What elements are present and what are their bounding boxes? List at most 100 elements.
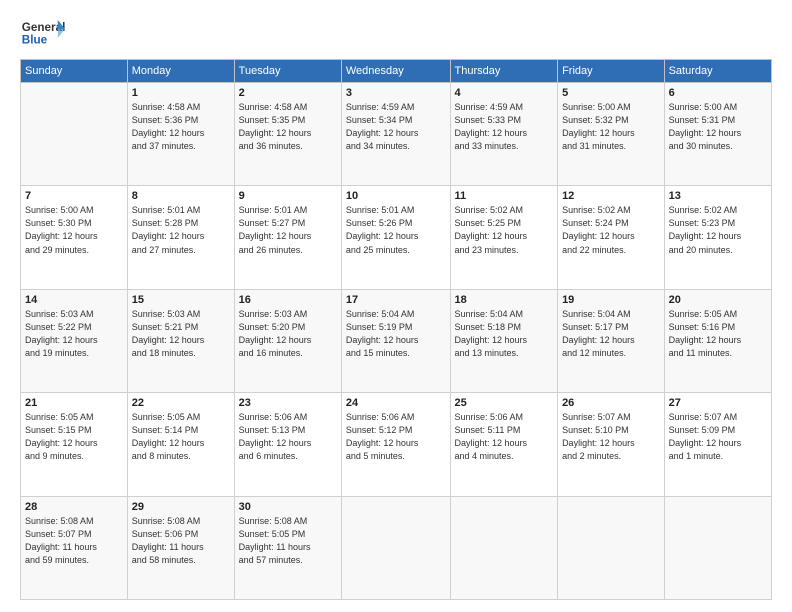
day-info: Sunrise: 5:05 AM Sunset: 5:15 PM Dayligh… (25, 411, 123, 463)
header: General Blue (20, 16, 772, 51)
day-number: 26 (562, 397, 660, 409)
day-number: 9 (239, 190, 337, 202)
day-number: 6 (669, 87, 767, 99)
day-number: 28 (25, 501, 123, 513)
calendar-cell (341, 496, 450, 599)
calendar-cell: 20Sunrise: 5:05 AM Sunset: 5:16 PM Dayli… (664, 289, 771, 392)
day-number: 18 (455, 294, 554, 306)
day-info: Sunrise: 5:06 AM Sunset: 5:11 PM Dayligh… (455, 411, 554, 463)
day-info: Sunrise: 5:07 AM Sunset: 5:10 PM Dayligh… (562, 411, 660, 463)
day-info: Sunrise: 4:58 AM Sunset: 5:36 PM Dayligh… (132, 101, 230, 153)
day-info: Sunrise: 5:08 AM Sunset: 5:07 PM Dayligh… (25, 515, 123, 567)
calendar-cell: 10 Sunrise: 5:01 AM Sunset: 5:26 PM Dayli… (341, 186, 450, 289)
day-info: Sunrise: 4:59 AM Sunset: 5:33 PM Dayligh… (455, 101, 554, 153)
day-number: 5 (562, 87, 660, 99)
day-info: Sunrise: 5:02 AM Sunset: 5:25 PM Dayligh… (455, 204, 554, 256)
calendar-cell: 4Sunrise: 4:59 AM Sunset: 5:33 PM Daylig… (450, 83, 558, 186)
calendar-header-friday: Friday (558, 60, 665, 83)
day-number: 15 (132, 294, 230, 306)
calendar-cell: 30 Sunrise: 5:08 AM Sunset: 5:05 PM Dayli… (234, 496, 341, 599)
calendar-cell: 21 Sunrise: 5:05 AM Sunset: 5:15 PM Dayli… (21, 393, 128, 496)
logo: General Blue (20, 16, 65, 51)
calendar-cell: 7Sunrise: 5:00 AM Sunset: 5:30 PM Daylig… (21, 186, 128, 289)
calendar-cell: 6 Sunrise: 5:00 AM Sunset: 5:31 PM Daylig… (664, 83, 771, 186)
calendar-cell: 24 Sunrise: 5:06 AM Sunset: 5:12 PM Dayli… (341, 393, 450, 496)
calendar-cell: 15 Sunrise: 5:03 AM Sunset: 5:21 PM Dayli… (127, 289, 234, 392)
day-info: Sunrise: 5:00 AM Sunset: 5:31 PM Dayligh… (669, 101, 767, 153)
calendar-cell: 26 Sunrise: 5:07 AM Sunset: 5:10 PM Dayli… (558, 393, 665, 496)
calendar-cell: 2 Sunrise: 4:58 AM Sunset: 5:35 PM Daylig… (234, 83, 341, 186)
day-number: 2 (239, 87, 337, 99)
day-info: Sunrise: 5:04 AM Sunset: 5:18 PM Dayligh… (455, 308, 554, 360)
day-number: 25 (455, 397, 554, 409)
calendar-header-monday: Monday (127, 60, 234, 83)
day-info: Sunrise: 4:59 AM Sunset: 5:34 PM Dayligh… (346, 101, 446, 153)
calendar-header-saturday: Saturday (664, 60, 771, 83)
day-number: 30 (239, 501, 337, 513)
calendar-cell: 17 Sunrise: 5:04 AM Sunset: 5:19 PM Dayli… (341, 289, 450, 392)
calendar-week-row: 21 Sunrise: 5:05 AM Sunset: 5:15 PM Dayli… (21, 393, 772, 496)
day-info: Sunrise: 5:00 AM Sunset: 5:32 PM Dayligh… (562, 101, 660, 153)
calendar-header-thursday: Thursday (450, 60, 558, 83)
calendar-week-row: 14Sunrise: 5:03 AM Sunset: 5:22 PM Dayli… (21, 289, 772, 392)
calendar-table: SundayMondayTuesdayWednesdayThursdayFrid… (20, 59, 772, 600)
day-number: 1 (132, 87, 230, 99)
calendar-week-row: 7Sunrise: 5:00 AM Sunset: 5:30 PM Daylig… (21, 186, 772, 289)
day-number: 16 (239, 294, 337, 306)
day-number: 19 (562, 294, 660, 306)
day-number: 17 (346, 294, 446, 306)
calendar-header-wednesday: Wednesday (341, 60, 450, 83)
day-number: 12 (562, 190, 660, 202)
day-info: Sunrise: 5:06 AM Sunset: 5:12 PM Dayligh… (346, 411, 446, 463)
calendar-header-sunday: Sunday (21, 60, 128, 83)
logo-icon: General Blue (20, 16, 65, 51)
day-number: 27 (669, 397, 767, 409)
calendar-cell: 8Sunrise: 5:01 AM Sunset: 5:28 PM Daylig… (127, 186, 234, 289)
day-info: Sunrise: 5:04 AM Sunset: 5:19 PM Dayligh… (346, 308, 446, 360)
day-info: Sunrise: 5:08 AM Sunset: 5:06 PM Dayligh… (132, 515, 230, 567)
calendar-cell (664, 496, 771, 599)
day-number: 23 (239, 397, 337, 409)
day-number: 11 (455, 190, 554, 202)
calendar-cell: 28 Sunrise: 5:08 AM Sunset: 5:07 PM Dayli… (21, 496, 128, 599)
calendar-cell: 5 Sunrise: 5:00 AM Sunset: 5:32 PM Daylig… (558, 83, 665, 186)
calendar-cell: 11 Sunrise: 5:02 AM Sunset: 5:25 PM Dayli… (450, 186, 558, 289)
calendar-cell: 27 Sunrise: 5:07 AM Sunset: 5:09 PM Dayli… (664, 393, 771, 496)
calendar-cell (558, 496, 665, 599)
calendar-cell: 22Sunrise: 5:05 AM Sunset: 5:14 PM Dayli… (127, 393, 234, 496)
calendar-header-tuesday: Tuesday (234, 60, 341, 83)
page: General Blue SundayMondayTuesdayWednesda… (0, 0, 792, 612)
calendar-cell: 1 Sunrise: 4:58 AM Sunset: 5:36 PM Daylig… (127, 83, 234, 186)
calendar-week-row: 1 Sunrise: 4:58 AM Sunset: 5:36 PM Daylig… (21, 83, 772, 186)
svg-text:Blue: Blue (22, 33, 48, 46)
day-info: Sunrise: 5:05 AM Sunset: 5:14 PM Dayligh… (132, 411, 230, 463)
calendar-cell: 29 Sunrise: 5:08 AM Sunset: 5:06 PM Dayli… (127, 496, 234, 599)
day-info: Sunrise: 5:06 AM Sunset: 5:13 PM Dayligh… (239, 411, 337, 463)
day-info: Sunrise: 4:58 AM Sunset: 5:35 PM Dayligh… (239, 101, 337, 153)
calendar-cell: 3Sunrise: 4:59 AM Sunset: 5:34 PM Daylig… (341, 83, 450, 186)
day-info: Sunrise: 5:04 AM Sunset: 5:17 PM Dayligh… (562, 308, 660, 360)
calendar-cell (21, 83, 128, 186)
day-number: 29 (132, 501, 230, 513)
day-number: 24 (346, 397, 446, 409)
day-info: Sunrise: 5:01 AM Sunset: 5:27 PM Dayligh… (239, 204, 337, 256)
calendar-header-row: SundayMondayTuesdayWednesdayThursdayFrid… (21, 60, 772, 83)
day-info: Sunrise: 5:02 AM Sunset: 5:24 PM Dayligh… (562, 204, 660, 256)
day-number: 8 (132, 190, 230, 202)
day-info: Sunrise: 5:02 AM Sunset: 5:23 PM Dayligh… (669, 204, 767, 256)
day-info: Sunrise: 5:01 AM Sunset: 5:26 PM Dayligh… (346, 204, 446, 256)
day-info: Sunrise: 5:07 AM Sunset: 5:09 PM Dayligh… (669, 411, 767, 463)
day-info: Sunrise: 5:03 AM Sunset: 5:20 PM Dayligh… (239, 308, 337, 360)
calendar-cell: 13 Sunrise: 5:02 AM Sunset: 5:23 PM Dayli… (664, 186, 771, 289)
calendar-cell: 19 Sunrise: 5:04 AM Sunset: 5:17 PM Dayli… (558, 289, 665, 392)
day-info: Sunrise: 5:03 AM Sunset: 5:22 PM Dayligh… (25, 308, 123, 360)
day-number: 21 (25, 397, 123, 409)
day-number: 20 (669, 294, 767, 306)
day-info: Sunrise: 5:08 AM Sunset: 5:05 PM Dayligh… (239, 515, 337, 567)
day-info: Sunrise: 5:03 AM Sunset: 5:21 PM Dayligh… (132, 308, 230, 360)
calendar-cell: 12 Sunrise: 5:02 AM Sunset: 5:24 PM Dayli… (558, 186, 665, 289)
day-number: 10 (346, 190, 446, 202)
calendar-cell: 16 Sunrise: 5:03 AM Sunset: 5:20 PM Dayli… (234, 289, 341, 392)
calendar-cell: 18 Sunrise: 5:04 AM Sunset: 5:18 PM Dayli… (450, 289, 558, 392)
day-number: 13 (669, 190, 767, 202)
